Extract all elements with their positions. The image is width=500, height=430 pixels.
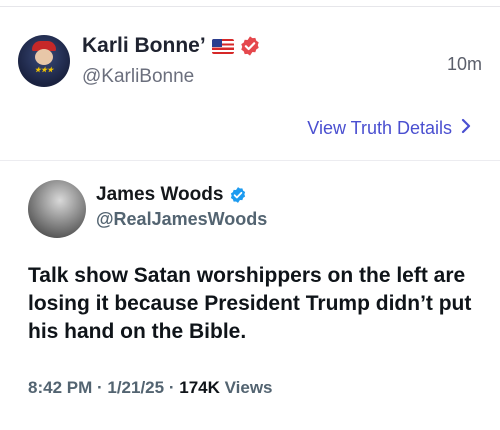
post-time: 8:42 PM: [28, 378, 93, 397]
blue-verified-badge-icon: [231, 187, 246, 203]
quoted-post-meta: 8:42 PM · 1/21/25 · 174K Views: [28, 378, 273, 398]
chevron-right-icon: [460, 118, 472, 139]
quoted-display-name[interactable]: James Woods: [96, 184, 223, 206]
views-count: 174K: [179, 378, 220, 397]
quoted-post-text: Talk show Satan worshippers on the left …: [28, 264, 472, 343]
author-handle[interactable]: @KarliBonne: [82, 66, 194, 88]
red-verified-badge-icon: [240, 36, 259, 56]
section-divider: [0, 160, 500, 161]
view-truth-details-link[interactable]: View Truth Details: [307, 118, 472, 139]
top-separator: [0, 0, 500, 7]
views-label: Views: [224, 378, 273, 397]
quoted-name-row: James Woods: [96, 184, 247, 206]
author-name-row: Karli Bonne’: [82, 34, 261, 58]
profile-avatar-icon[interactable]: ★★★: [18, 35, 70, 87]
quoted-avatar[interactable]: [28, 180, 86, 238]
post-timestamp: 10m: [446, 54, 482, 74]
author-display-name[interactable]: Karli Bonne’: [82, 34, 206, 58]
meta-separator: ·: [96, 378, 108, 397]
quoted-handle[interactable]: @RealJamesWoods: [96, 209, 267, 230]
meta-separator: ·: [168, 378, 180, 397]
view-details-label: View Truth Details: [307, 118, 452, 138]
us-flag-icon: [211, 38, 234, 54]
quoted-post-header: James Woods @RealJamesWoods: [28, 178, 478, 242]
post-date: 1/21/25: [107, 378, 165, 397]
post-header: ★★★ Karli Bonne’ @KarliBonne 10m: [18, 32, 482, 92]
